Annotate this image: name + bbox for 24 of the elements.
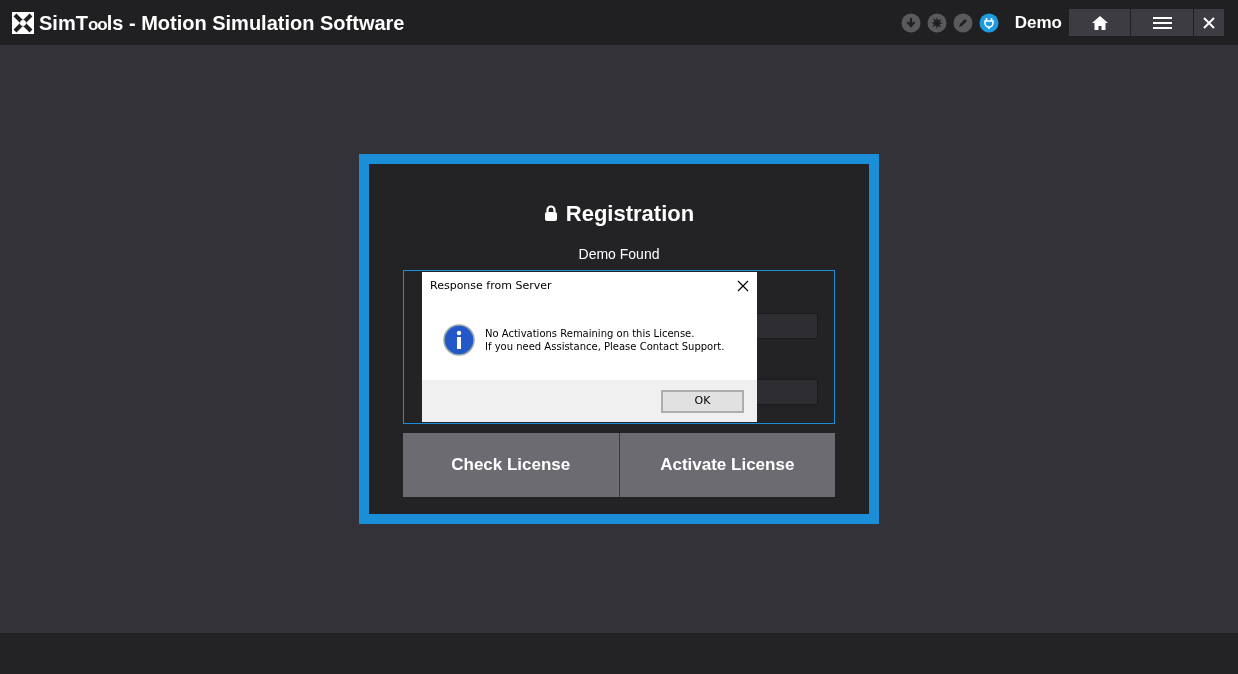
pencil-icon[interactable] (952, 12, 973, 33)
user-label: Demo (1014, 11, 1062, 34)
menu-button[interactable] (1131, 9, 1193, 36)
dialog-title: Response from Server (430, 277, 552, 294)
home-button[interactable] (1069, 9, 1130, 36)
logo-icon (12, 11, 34, 34)
registration-status: Demo Found (578, 245, 660, 264)
burst-icon[interactable] (926, 12, 947, 33)
info-icon (443, 324, 475, 356)
menu-icon (1152, 16, 1172, 29)
close-icon[interactable] (737, 280, 749, 292)
close-icon (1203, 16, 1215, 29)
license-button[interactable]: Check License (403, 433, 619, 497)
plug-icon[interactable] (978, 12, 999, 33)
license-button[interactable]: Activate License (618, 433, 835, 497)
lock-icon (543, 205, 558, 222)
dialog-message: No Activations Remaining on this License. (485, 327, 696, 340)
dialog-message: If you need Assistance, Please Contact Support. (485, 340, 725, 353)
arrow-down-icon[interactable] (900, 12, 921, 33)
home-icon (1090, 14, 1109, 31)
ok-button[interactable]: OK (661, 389, 744, 413)
close-button[interactable] (1194, 9, 1224, 36)
app-title: SimTools - Motion Simulation Software (39, 10, 405, 36)
registration-title: Registration (565, 200, 695, 228)
